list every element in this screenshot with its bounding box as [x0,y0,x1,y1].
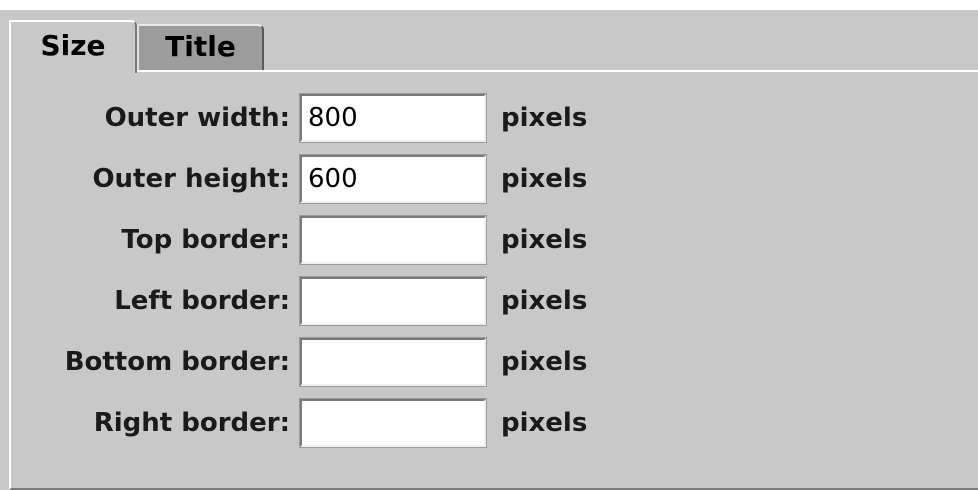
tab-size[interactable]: Size [9,20,137,73]
left-border-label: Left border: [114,286,290,316]
outer-width-field[interactable] [299,93,487,143]
outer-height-row: Outer height: pixels [11,154,978,204]
left-border-row: Left border: pixels [11,276,978,326]
tab-title-label: Title [165,29,236,63]
right-border-field[interactable] [299,398,487,448]
left-border-field[interactable] [299,276,487,326]
bottom-border-unit: pixels [501,347,588,377]
bottom-border-label: Bottom border: [64,347,290,377]
right-border-unit: pixels [501,408,588,438]
size-tab-content: Outer width: pixels Outer height: pixels… [9,70,978,490]
outer-height-field[interactable] [299,154,487,204]
right-border-label: Right border: [93,408,290,438]
outer-width-label: Outer width: [104,103,290,133]
outer-height-label: Outer height: [92,164,290,194]
bottom-border-field[interactable] [299,337,487,387]
top-strip [0,0,978,10]
right-border-row: Right border: pixels [11,398,978,448]
top-border-row: Top border: pixels [11,215,978,265]
outer-width-row: Outer width: pixels [11,93,978,143]
tab-title[interactable]: Title [137,24,264,70]
top-border-field[interactable] [299,215,487,265]
size-title-panel: Size Title Outer width: pixels Outer hei… [0,0,978,490]
left-border-unit: pixels [501,286,588,316]
bottom-border-row: Bottom border: pixels [11,337,978,387]
outer-width-unit: pixels [501,103,588,133]
tab-size-label: Size [40,29,106,62]
top-border-label: Top border: [121,225,290,255]
top-border-unit: pixels [501,225,588,255]
outer-height-unit: pixels [501,164,588,194]
